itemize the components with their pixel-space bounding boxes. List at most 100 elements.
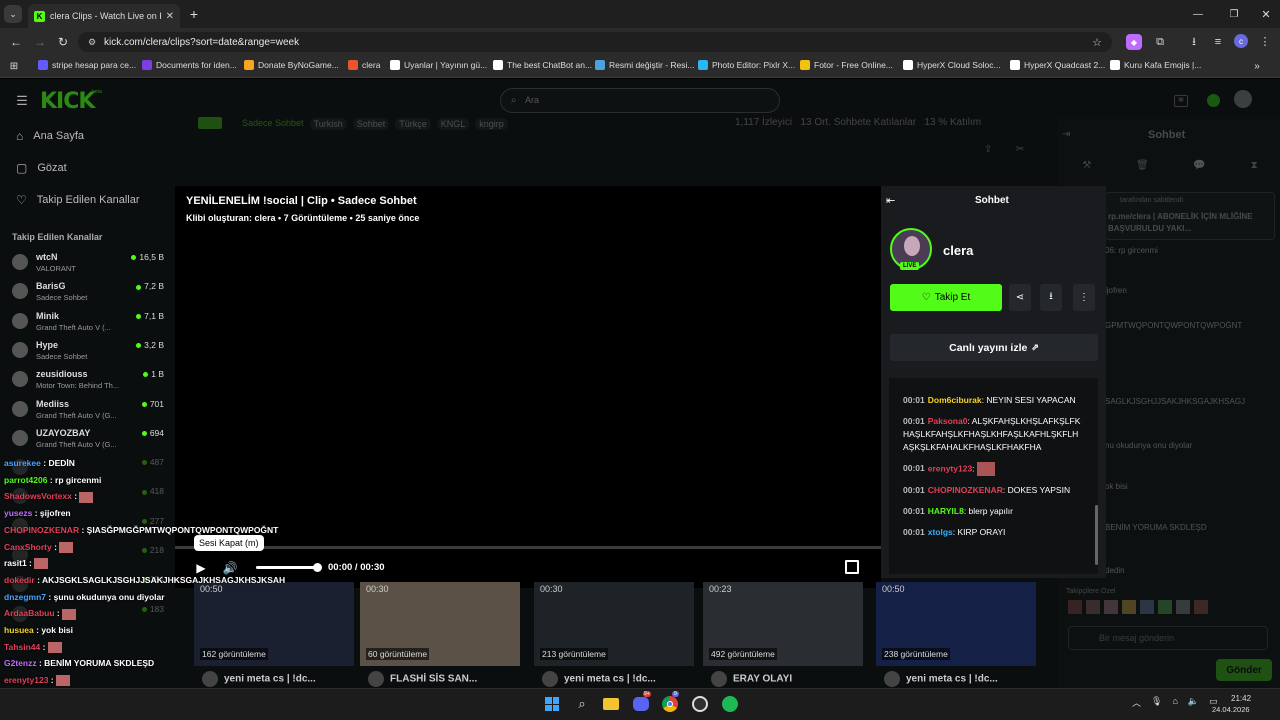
tab-search-icon[interactable]: ⌄ [4, 5, 22, 23]
followed-channel[interactable]: zeusidiouss Motor Town: Behind Th... 1 B [12, 369, 164, 397]
fullscreen-icon[interactable] [845, 560, 859, 574]
followed-channel[interactable]: Mediiss Grand Theft Auto V (G... 701 [12, 399, 164, 427]
status-icon[interactable] [1207, 94, 1220, 107]
emote-icon[interactable] [1068, 600, 1082, 614]
download-icon[interactable]: ⭳ [1186, 34, 1202, 50]
bookmark-item[interactable]: The best ChatBot an... [493, 60, 592, 70]
browser-menu-icon[interactable]: ⋮ [1258, 34, 1272, 48]
clip-card-title[interactable]: ERAY OLAYI [711, 671, 792, 687]
extension-icon[interactable]: ◆ [1126, 34, 1142, 50]
spotify-icon[interactable] [720, 695, 740, 713]
clip-card-title[interactable]: yeni meta cs | !dc... [884, 671, 998, 687]
more-bookmarks-icon[interactable]: » [1250, 59, 1264, 73]
stream-tag[interactable]: Türkçe [395, 118, 431, 130]
hamburger-menu-icon[interactable]: ☰ [14, 93, 30, 108]
emote-icon[interactable] [1140, 600, 1154, 614]
stream-tag[interactable]: KNGL [436, 118, 470, 130]
chrome-icon[interactable]: 9 [660, 691, 680, 713]
system-tray[interactable]: ︿ 🎙 ⌂ 🔈 ▭ [1132, 696, 1218, 709]
network-icon[interactable]: ⌂ [1172, 696, 1177, 709]
profile-avatar-icon[interactable]: c [1234, 34, 1248, 48]
mod-trash-icon[interactable]: 🗑 [1136, 160, 1149, 171]
clip-card-title[interactable]: yeni meta cs | !dc... [202, 671, 316, 687]
clip-card-title[interactable]: FLASHİ SİS SAN... [368, 671, 477, 687]
browser-tab-active[interactable]: K clera Clips - Watch Live on K ✕ [28, 4, 180, 28]
followed-channel[interactable]: Hype Sadece Sohbet 3,2 B [12, 340, 164, 368]
download-button[interactable]: ⭳ [1040, 284, 1062, 311]
taskbar-search-icon[interactable]: ⌕ [572, 695, 592, 713]
emote-icon[interactable] [1104, 600, 1118, 614]
clip-chat-log[interactable]: 00:01 Dom6ciburak: NEYIN SESI YAPACAN 00:0… [889, 378, 1098, 574]
play-icon[interactable]: ▶ [194, 561, 208, 575]
emote-icon[interactable] [1194, 600, 1208, 614]
mod-chat-icon[interactable]: 💬 [1193, 160, 1205, 171]
start-icon[interactable] [542, 695, 562, 713]
chat-scrollbar[interactable] [1095, 505, 1098, 565]
nav-home[interactable]: ⌂ Ana Sayfa [16, 129, 84, 143]
kick-logo[interactable]: KICK [40, 89, 95, 114]
clip-thumbnail[interactable]: 00:50 238 görüntüleme [876, 582, 1036, 666]
close-window-icon[interactable]: ✕ [1258, 6, 1274, 22]
stream-tag[interactable]: Turkish [309, 118, 347, 130]
mod-timer-icon[interactable]: ⧗ [1251, 160, 1258, 171]
tray-chevron-icon[interactable]: ︿ [1132, 696, 1141, 709]
bg-chat-input[interactable]: Bir mesaj gönderin [1068, 626, 1268, 650]
file-explorer-icon[interactable] [601, 695, 621, 713]
site-info-icon[interactable]: ⚙ [86, 36, 98, 48]
clip-progress-bar[interactable] [175, 546, 881, 549]
user-avatar[interactable] [1234, 90, 1252, 108]
new-tab-icon[interactable]: + [186, 6, 202, 22]
clip-thumbnail[interactable]: 00:30 213 görüntüleme [534, 582, 694, 666]
followed-channel[interactable]: wtcN VALORANT 16,5 B [12, 252, 164, 280]
chat-username[interactable]: erenyty123 [928, 463, 972, 473]
nav-browse[interactable]: ▢ Gözat [16, 161, 67, 175]
streamer-name[interactable]: clera [943, 243, 973, 258]
forward-icon[interactable]: → [32, 34, 48, 50]
emote-icon[interactable] [1158, 600, 1172, 614]
media-control-icon[interactable]: ≡ [1210, 34, 1226, 50]
bookmark-star-icon[interactable]: ☆ [1090, 35, 1104, 49]
bg-send-button[interactable]: Gönder [1216, 659, 1272, 681]
bookmark-item[interactable]: HyperX Quadcast 2... [1010, 60, 1105, 70]
chat-username[interactable]: Dom6ciburak [928, 395, 982, 405]
clip-thumbnail[interactable]: 00:50 162 görüntüleme [194, 582, 354, 666]
chat-username[interactable]: xtolgs [928, 527, 953, 537]
more-options-button[interactable]: ⋮ [1073, 284, 1095, 311]
address-bar[interactable]: ⚙ kick.com/clera/clips?sort=date&range=w… [78, 32, 1112, 52]
bookmark-item[interactable]: clera [348, 60, 380, 70]
bg-chat-collapse-icon[interactable]: ⇥ [1062, 129, 1070, 140]
bookmark-item[interactable]: Fotor - Free Online... [800, 60, 893, 70]
mic-icon[interactable]: 🎙 [1151, 696, 1162, 709]
back-icon[interactable]: ← [8, 34, 24, 50]
emote-icon[interactable] [1122, 600, 1136, 614]
volume-icon[interactable]: 🔊 [222, 561, 238, 575]
tab-close-icon[interactable]: ✕ [166, 11, 174, 22]
maximize-icon[interactable]: ❐ [1226, 6, 1242, 22]
volume-slider[interactable] [256, 563, 322, 572]
bookmark-item[interactable]: Kuru Kafa Emojis |... [1110, 60, 1201, 70]
reload-icon[interactable]: ↻ [55, 34, 71, 50]
bookmark-item[interactable]: Resmi değiştir - Resi... [595, 60, 695, 70]
chat-username[interactable]: HARYIL8 [928, 506, 964, 516]
bookmark-item[interactable]: Donate ByNoGame... [244, 60, 339, 70]
speaker-icon[interactable]: 🔈 [1188, 696, 1199, 709]
clip-card-title[interactable]: yeni meta cs | !dc... [542, 671, 656, 687]
followed-channel[interactable]: BarisG Sadece Sohbet 7,2 B [12, 281, 164, 309]
nav-following[interactable]: ♡ Takip Edilen Kanallar [16, 193, 140, 207]
stream-tag[interactable]: kngirp [475, 118, 508, 130]
apps-grid-icon[interactable]: ⊞ [8, 60, 20, 72]
emote-icon[interactable] [1176, 600, 1190, 614]
chat-collapse-icon[interactable]: ⇤ [886, 194, 895, 207]
bookmark-item[interactable]: Uyanlar | Yayının gü... [390, 60, 487, 70]
chat-username[interactable]: Paksona0 [928, 416, 968, 426]
stream-tag[interactable]: Sadece Sohbet [242, 118, 304, 130]
mod-hammer-icon[interactable]: ⚒ [1082, 160, 1091, 171]
follow-button[interactable]: ♡ Takip Et [890, 284, 1002, 311]
stream-tag[interactable]: Sohbet [352, 118, 390, 130]
clip-thumbnail[interactable]: 00:30 60 görüntüleme [360, 582, 520, 666]
clip-icon[interactable]: ▣ [1174, 95, 1188, 107]
discord-icon[interactable]: 9+ [631, 691, 651, 713]
bookmark-item[interactable]: HyperX Cloud Soloc... [903, 60, 1001, 70]
site-search-input[interactable]: ⌕ Ara [500, 88, 780, 113]
followed-channel[interactable]: Minik Grand Theft Auto V (... 7,1 B [12, 311, 164, 339]
